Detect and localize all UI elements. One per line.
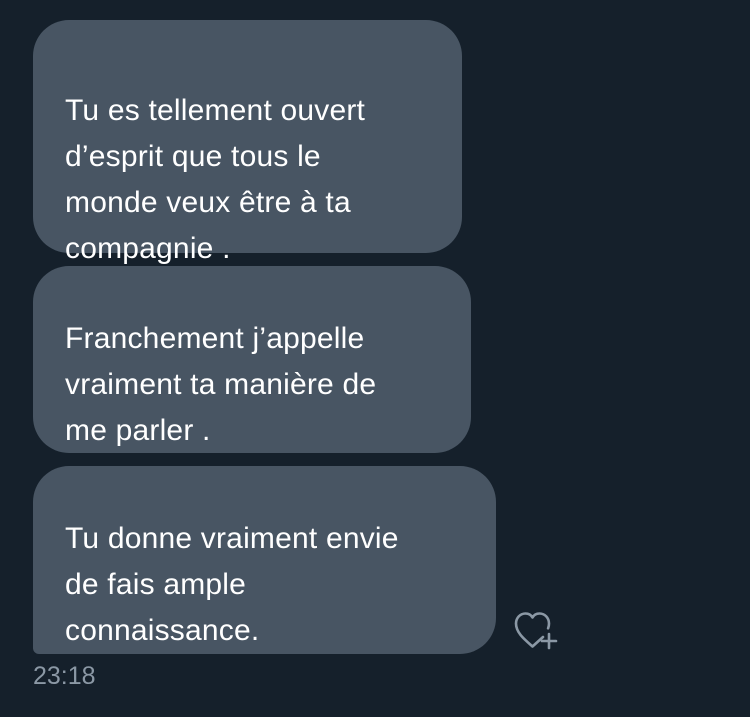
heart-plus-icon: [514, 612, 558, 650]
message-text: Tu es tellement ouvert d’esprit que tous…: [65, 94, 366, 265]
message-bubble[interactable]: Tu es tellement ouvert d’esprit que tous…: [33, 20, 462, 265]
message-text: Tu donne vraiment envie de fais ample co…: [65, 522, 399, 647]
add-reaction-button[interactable]: [513, 610, 559, 650]
message-text: Franchement j’appelle vraiment ta manièr…: [65, 322, 377, 447]
message-bubble[interactable]: Franchement j’appelle vraiment ta manièr…: [33, 266, 471, 453]
message-timestamp: 23:18: [33, 662, 96, 690]
message-bubble[interactable]: Tu donne vraiment envie de fais ample co…: [33, 466, 496, 654]
